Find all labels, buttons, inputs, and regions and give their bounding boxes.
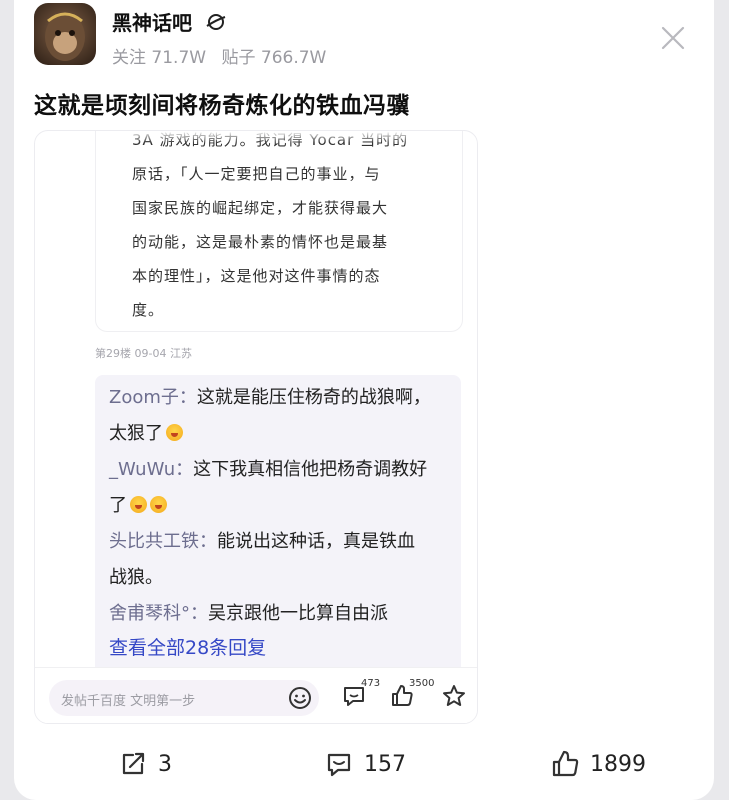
quote-line: 原话，「人一定要把自己的事业，与 [132,165,381,183]
comment-icon [327,753,351,777]
view-all-replies-link[interactable]: 查看全部28条回复 [109,633,266,660]
reply-list: Zoom子：这就是能压住杨奇的战狼啊， 太狠了 _WuWu：这下我真相信他把杨奇… [95,375,461,675]
reply-continuation: 了 [109,493,167,519]
star-icon[interactable] [441,683,467,709]
quoted-comment-text: 3A 游戏的能力。我记得 Yocar 当时的 原话，「人一定要把自己的事业，与 … [132,131,432,327]
reply-text: 能说出这种话，真是铁血 [217,531,415,552]
comment-count: 157 [364,751,406,777]
like-count: 1899 [590,751,646,777]
wukong-avatar-icon [45,12,85,61]
emoji-icon [166,424,183,441]
reply-text: 太狠了 [109,423,163,444]
planet-icon [206,14,226,30]
quote-line: 度。 [132,301,165,319]
comment-count: 473 [361,678,381,689]
reply-input[interactable]: 发帖千百度 文明第一步 [49,680,319,716]
list-item[interactable]: 舍甫琴科°：吴京跟他一比算自由派 [109,601,388,627]
floor-meta: 第29楼 09-04 江苏 [95,347,192,360]
close-icon[interactable] [660,25,686,51]
thumbs-up-icon [552,750,579,777]
like-count: 3500 [409,678,435,689]
emoji-icon [130,496,147,513]
reply-username[interactable]: _WuWu： [109,459,193,480]
share-icon [122,752,145,775]
reply-continuation: 太狠了 [109,421,183,447]
reply-username[interactable]: 舍甫琴科°： [109,603,208,624]
list-item[interactable]: 头比共工铁：能说出这种话，真是铁血 [109,529,415,555]
reply-text: 这就是能压住杨奇的战狼啊， [196,387,431,408]
comment-button[interactable]: 157 [324,748,406,780]
reply-username[interactable]: 头比共工铁： [109,531,217,552]
forum-avatar[interactable] [34,3,96,65]
forum-name[interactable]: 黑神话吧 [112,7,227,36]
followers-count: 关注 71.7W [112,48,207,68]
share-count: 3 [158,751,172,777]
posts-count: 贴子 766.7W [221,48,327,68]
forum-stats: 关注 71.7W 贴子 766.7W [112,43,336,68]
quote-line: 本的理性」，这是他对这件事情的态 [132,267,381,285]
quote-line: 的动能，这是最朴素的情怀也是最基 [132,233,389,251]
forum-header: 黑神话吧 关注 71.7W 贴子 766.7W [34,3,694,73]
forum-name-label: 黑神话吧 [112,11,192,35]
reply-continuation: 战狼。 [109,565,163,591]
quote-line: 国家民族的崛起绑定，才能获得最大 [132,199,389,217]
post-card: 黑神话吧 关注 71.7W 贴子 766.7W 这就是顷刻间将杨奇炼化的铁血冯骥… [14,0,714,800]
list-item[interactable]: Zoom子：这就是能压住杨奇的战狼啊， [109,385,431,411]
like-button[interactable]: 1899 [550,748,646,780]
post-image[interactable]: 3A 游戏的能力。我记得 Yocar 当时的 原话，「人一定要把自己的事业，与 … [34,130,478,724]
post-title[interactable]: 这就是顷刻间将杨奇炼化的铁血冯骥 [34,86,410,120]
reply-text: 了 [109,495,127,516]
emoji-picker-icon[interactable] [287,685,313,711]
quoted-comment: 3A 游戏的能力。我记得 Yocar 当时的 原话，「人一定要把自己的事业，与 … [95,131,463,332]
list-item[interactable]: _WuWu：这下我真相信他把杨奇调教好 [109,457,427,483]
reply-username[interactable]: Zoom子： [109,387,197,408]
share-button[interactable]: 3 [118,748,172,780]
reply-text: 吴京跟他一比算自由派 [208,603,388,624]
reply-input-bar: 发帖千百度 文明第一步 473 3500 [35,667,477,723]
quote-fade [96,131,462,143]
reply-text: 这下我真相信他把杨奇调教好 [193,459,428,480]
reply-text: 战狼。 [109,567,163,588]
emoji-icon [150,496,167,513]
reply-input-placeholder: 发帖千百度 文明第一步 [61,694,196,709]
post-action-bar: 3 157 1899 [14,740,714,790]
